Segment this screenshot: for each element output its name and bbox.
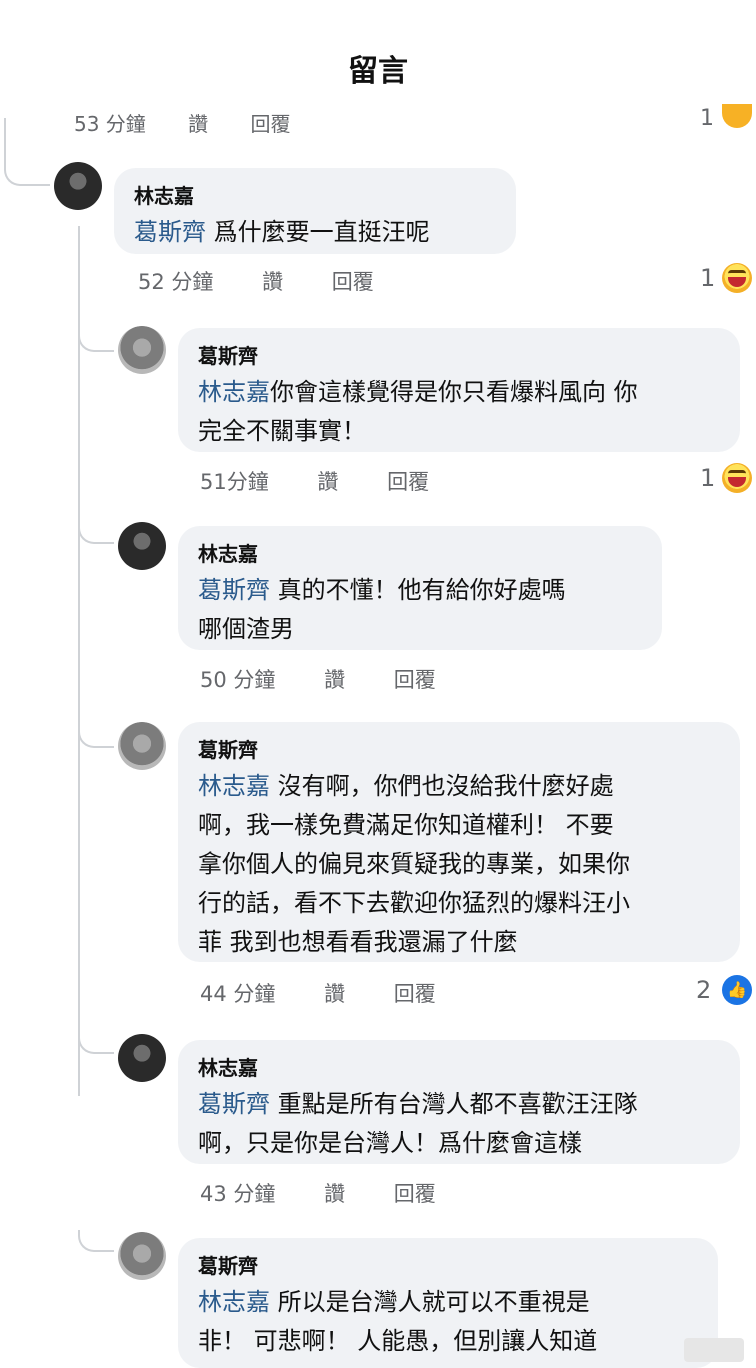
comment-author[interactable]: 葛斯齊 [198,734,720,763]
like-button[interactable]: 讚 [317,466,338,496]
thread-connector [78,520,114,544]
like-button[interactable]: 讚 [262,266,283,296]
comment-bubble: 葛斯齊 林志嘉你會這樣覺得是你只看爆料風向 你完全不關事實！ [178,328,740,452]
comment-line: 真的不懂！他有給你好處嗎 [270,576,566,604]
comment-line: 拿你個人的偏見來質疑我的專業，如果你 [198,850,630,878]
like-button[interactable]: 讚 [324,664,345,694]
mention-link[interactable]: 林志嘉 [198,772,270,800]
thread-connector [78,330,114,352]
reply-button[interactable]: 回覆 [394,978,436,1008]
watermark-badge [684,1338,744,1362]
comment-author[interactable]: 葛斯齊 [198,1250,698,1279]
comment-time: 43 分鐘 [200,1182,276,1206]
comment-author[interactable]: 林志嘉 [198,538,642,567]
comment-line: 啊，我一樣免費滿足你知道權利！ 不要 [198,811,614,839]
comment-time: 53 分鐘 [74,112,146,136]
comment-line: 哪個渣男 [198,615,294,643]
reaction-count: 1 [700,264,716,292]
comment-line: 沒有啊，你們也沒給我什麼好處 [270,772,614,800]
avatar[interactable] [118,722,166,770]
mention-link[interactable]: 葛斯齊 [198,576,270,604]
comment-line: 菲 我到也想看看我還漏了什麼 [198,928,518,956]
avatar[interactable] [118,326,166,374]
comment-line: 所以是台灣人就可以不重視是 [270,1288,590,1316]
comment-text: 林志嘉 所以是台灣人就可以不重視是非！ 可悲啊！ 人能愚，但別讓人知道 [198,1283,698,1361]
reaction-count: 2 [696,976,712,1004]
comment-meta: 52 分鐘 讚 回覆 [138,266,416,296]
thread-connector [78,1030,114,1054]
comment-time: 52 分鐘 [138,270,214,294]
comment-bubble: 林志嘉 葛斯齊 爲什麼要一直挺汪呢 [114,168,516,254]
comment-author[interactable]: 葛斯齊 [198,340,720,369]
like-button[interactable]: 讚 [188,112,208,136]
comment-text: 葛斯齊 爲什麼要一直挺汪呢 [134,213,496,252]
avatar[interactable] [118,1232,166,1280]
like-button[interactable]: 讚 [324,1178,345,1208]
avatar[interactable] [118,1034,166,1082]
mention-link[interactable]: 葛斯齊 [134,218,206,246]
header: 留言 [0,0,756,100]
thread-connector [4,118,50,186]
comment-line: 爲什麼要一直挺汪呢 [206,218,430,246]
comment-line: 行的話，看不下去歡迎你猛烈的爆料汪小 [198,889,630,917]
comment-time: 51分鐘 [200,470,269,494]
comment-author[interactable]: 林志嘉 [134,180,496,209]
like-emoji-icon[interactable]: 👍 [722,975,752,1005]
comment-meta: 51分鐘 讚 回覆 [200,466,471,496]
comment-time: 44 分鐘 [200,982,276,1006]
mention-link[interactable]: 林志嘉 [198,378,270,406]
thread-line [78,226,80,1096]
comment-meta: 43 分鐘 讚 回覆 [200,1178,478,1208]
reaction-count: 1 [700,464,716,492]
comment-text: 林志嘉 沒有啊，你們也沒給我什麼好處啊，我一樣免費滿足你知道權利！ 不要 拿你個人… [198,767,720,962]
mention-link[interactable]: 林志嘉 [198,1288,270,1316]
reaction-count: 1 [700,106,714,131]
reply-button[interactable]: 回覆 [394,1178,436,1208]
comment-meta: 50 分鐘 讚 回覆 [200,664,478,694]
comment-line: 啊，只是你是台灣人！爲什麼會這樣 [198,1129,582,1157]
comment-author[interactable]: 林志嘉 [198,1052,720,1081]
comment-line: 完全不關事實！ [198,417,366,445]
comment-line: 你會這樣覺得是你只看爆料風向 你 [270,378,638,406]
reply-button[interactable]: 回覆 [332,266,374,296]
comment-text: 葛斯齊 重點是所有台灣人都不喜歡汪汪隊啊，只是你是台灣人！爲什麼會這樣 [198,1085,720,1163]
reply-button[interactable]: 回覆 [251,112,291,136]
comment-bubble: 葛斯齊 林志嘉 所以是台灣人就可以不重視是非！ 可悲啊！ 人能愚，但別讓人知道 [178,1238,718,1368]
reply-button[interactable]: 回覆 [387,466,429,496]
haha-emoji-icon[interactable] [722,263,752,293]
comment-text: 林志嘉你會這樣覺得是你只看爆料風向 你完全不關事實！ [198,373,720,451]
comment-text: 葛斯齊 真的不懂！他有給你好處嗎哪個渣男 [198,571,642,649]
haha-emoji-icon[interactable] [722,463,752,493]
thread-connector [78,726,114,748]
comment-bubble: 葛斯齊 林志嘉 沒有啊，你們也沒給我什麼好處啊，我一樣免費滿足你知道權利！ 不要… [178,722,740,962]
page-title: 留言 [348,54,408,89]
like-button[interactable]: 讚 [324,978,345,1008]
haha-emoji-icon [722,104,752,128]
mention-link[interactable]: 葛斯齊 [198,1090,270,1118]
comment-line: 重點是所有台灣人都不喜歡汪汪隊 [270,1090,638,1118]
comment-bubble: 林志嘉 葛斯齊 真的不懂！他有給你好處嗎哪個渣男 [178,526,662,650]
comment-line: 非！ 可悲啊！ 人能愚，但別讓人知道 [198,1327,598,1355]
comment-meta: 44 分鐘 讚 回覆 [200,978,478,1008]
comment-bubble: 林志嘉 葛斯齊 重點是所有台灣人都不喜歡汪汪隊啊，只是你是台灣人！爲什麼會這樣 [178,1040,740,1164]
avatar[interactable] [118,522,166,570]
comment-time: 50 分鐘 [200,668,276,692]
previous-comment-meta: 53 分鐘 讚 回覆 [74,108,327,137]
thread-connector [78,1230,114,1252]
avatar[interactable] [54,162,102,210]
reply-button[interactable]: 回覆 [394,664,436,694]
